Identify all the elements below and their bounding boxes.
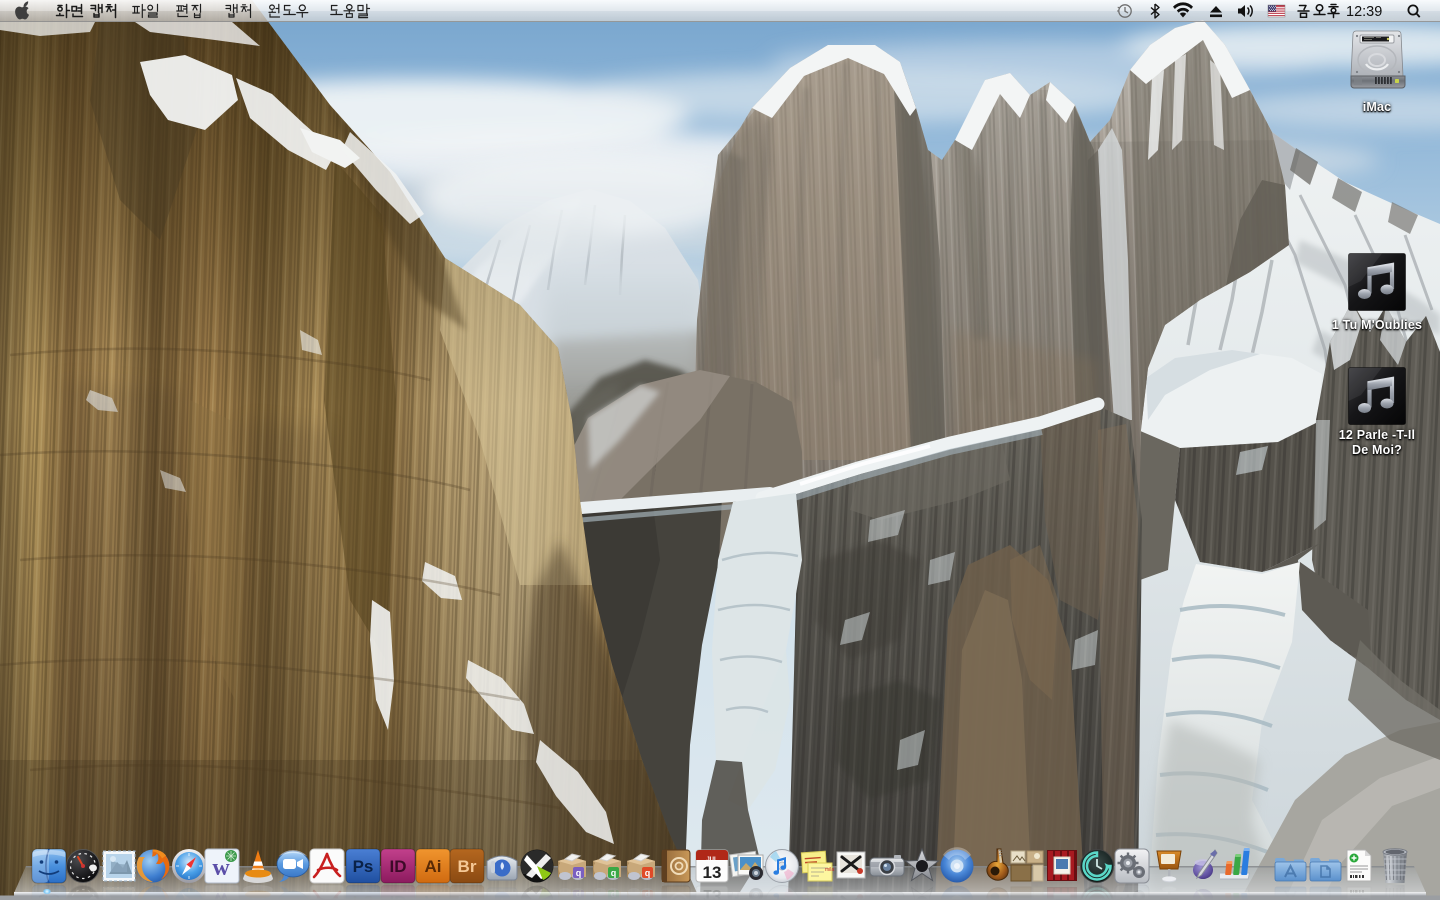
svg-text:13: 13 <box>703 863 722 882</box>
svg-text:Ps: Ps <box>353 857 374 876</box>
svg-text:12:39: 12:39 <box>1346 4 1382 20</box>
svg-text:q: q <box>576 890 582 900</box>
svg-text:q: q <box>576 868 582 878</box>
svg-text:q: q <box>611 890 617 900</box>
svg-text:q: q <box>645 890 651 900</box>
svg-text:Br: Br <box>458 892 477 900</box>
svg-text:ID: ID <box>390 892 407 900</box>
svg-text:ID: ID <box>390 857 407 876</box>
svg-text:Ai: Ai <box>425 892 442 900</box>
svg-text:13: 13 <box>703 886 722 900</box>
svg-text:q: q <box>645 868 651 878</box>
svg-text:Br: Br <box>458 857 477 876</box>
svg-text:Ps: Ps <box>353 892 374 900</box>
svg-text:q: q <box>611 868 617 878</box>
svg-text:Ai: Ai <box>425 857 442 876</box>
svg-text:w: w <box>212 887 230 900</box>
